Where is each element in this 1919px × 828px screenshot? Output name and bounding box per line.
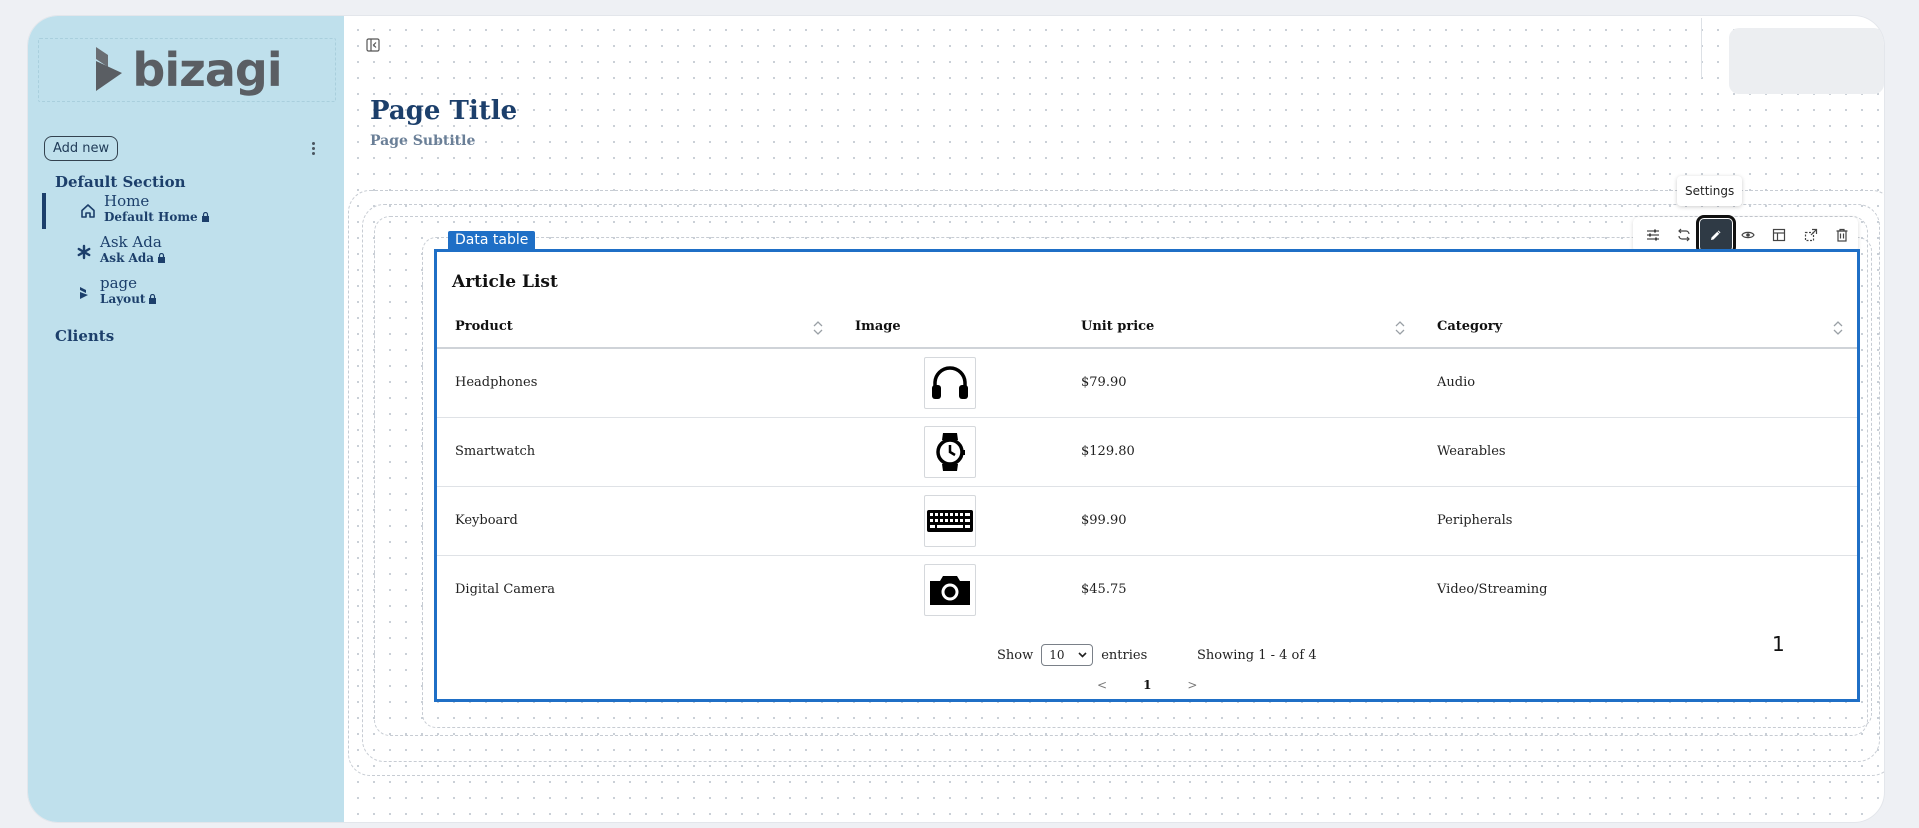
bizagi-logo-icon (96, 47, 123, 91)
layout-icon (1772, 228, 1786, 242)
cell-category: Wearables (1419, 417, 1857, 487)
settings-button[interactable] (1696, 215, 1736, 255)
chevron-down-icon (1078, 652, 1087, 658)
cell-price: $129.80 (1063, 417, 1419, 487)
cell-category: Peripherals (1419, 486, 1857, 556)
column-header-category[interactable]: Category (1419, 306, 1857, 349)
sliders-icon (1646, 229, 1659, 241)
prev-page-button[interactable]: < (1097, 678, 1107, 692)
article-table: Product Image Unit price Category Headph… (437, 306, 1857, 624)
pencil-icon (1710, 230, 1721, 240)
pagination-info: Showing 1 - 4 of 4 (1197, 648, 1317, 663)
sort-icon[interactable] (813, 319, 823, 337)
section-clients[interactable]: Clients (55, 327, 114, 345)
properties-button[interactable] (1637, 219, 1669, 251)
product-image (924, 494, 976, 547)
table-row[interactable]: Headphones $79.90 Audio (437, 348, 1857, 418)
table-title: Article List (452, 272, 558, 292)
app-window: bizagi Add new Default Section Home Defa… (28, 16, 1884, 822)
collapse-sidebar-icon[interactable] (366, 38, 380, 52)
cell-product: Digital Camera (455, 582, 556, 598)
entries-select[interactable]: 10 (1041, 644, 1094, 666)
add-new-button[interactable]: Add new (44, 136, 119, 161)
camera-icon (930, 575, 970, 605)
main-canvas: Page Title Page Subtitle Settings Data t… (344, 16, 1884, 822)
more-options-icon[interactable] (310, 140, 316, 158)
sidebar-item-home[interactable]: Home Default Home (42, 193, 312, 229)
home-icon (81, 204, 95, 218)
eye-icon (1740, 231, 1755, 239)
settings-tooltip: Settings (1677, 176, 1743, 206)
cell-product: Keyboard (437, 486, 837, 556)
lock-icon (149, 294, 157, 304)
preview-button[interactable] (1732, 219, 1764, 251)
logo: bizagi (38, 38, 336, 102)
next-page-button[interactable]: > (1187, 678, 1197, 692)
keyboard-icon (927, 509, 973, 532)
sidebar-item-label: Home (104, 192, 150, 210)
table-row[interactable]: Keyboard $99.90 Peripherals (437, 486, 1857, 556)
lock-icon (201, 212, 209, 222)
table-row[interactable]: Digital Camera $45.75 Video/Streaming (437, 555, 1857, 624)
sidebar-item-sub: Layout (100, 292, 157, 306)
page-title: Page Title (370, 96, 518, 126)
cell-image (837, 555, 1063, 624)
cell-category: Video/Streaming (1437, 582, 1548, 598)
brand-name: bizagi (132, 43, 282, 97)
sort-icon[interactable] (1395, 319, 1405, 337)
component-toolbar (1633, 215, 1858, 255)
cell-image (837, 486, 1063, 556)
product-image (924, 563, 976, 616)
headphones-icon (932, 366, 968, 399)
trash-icon (1836, 228, 1848, 242)
cell-image (837, 417, 1063, 487)
show-label: Show (997, 647, 1034, 663)
component-tag: Data table (448, 231, 536, 249)
page-1-button[interactable]: 1 (1143, 678, 1151, 692)
entries-label: entries (1101, 647, 1148, 663)
cell-product: Headphones (437, 348, 837, 418)
product-image (924, 425, 976, 478)
detach-icon (1804, 228, 1817, 242)
cell-price: $79.90 (1063, 348, 1419, 418)
cell-product: Smartwatch (437, 417, 837, 487)
ada-icon (77, 244, 91, 260)
annotation-marker-1: 1 (1772, 632, 1785, 656)
entries-control: Show 10 entries (997, 644, 1147, 666)
section-default[interactable]: Default Section (55, 173, 186, 191)
layout-button[interactable] (1763, 219, 1795, 251)
lock-icon (158, 253, 166, 263)
sidebar-item-ask-ada[interactable]: Ask Ada Ask Ada (42, 234, 312, 270)
sidebar: bizagi Add new Default Section Home Defa… (28, 16, 344, 822)
sidebar-item-sub: Default Home (104, 210, 210, 224)
smartwatch-icon (936, 432, 965, 471)
cell-category: Audio (1419, 348, 1857, 418)
user-avatar[interactable] (1729, 28, 1884, 94)
sidebar-item-page[interactable]: page Layout (42, 275, 312, 311)
page-subtitle: Page Subtitle (370, 133, 476, 149)
swap-icon (1678, 228, 1691, 242)
table-row[interactable]: Smartwatch $129.80 Wearables (437, 417, 1857, 487)
delete-button[interactable] (1826, 219, 1858, 251)
pagination: < 1 > (1097, 678, 1197, 692)
sort-icon[interactable] (1833, 319, 1843, 337)
product-image (924, 356, 976, 409)
data-table-component[interactable]: Article List Product Image Unit price Ca… (434, 249, 1860, 702)
sidebar-item-label: Ask Ada (100, 233, 162, 251)
cell-price: $45.75 (1081, 582, 1127, 598)
header-divider (1701, 18, 1702, 78)
column-header-unit-price[interactable]: Unit price (1063, 306, 1419, 349)
page-icon (80, 287, 88, 299)
column-header-product[interactable]: Product (437, 306, 837, 349)
cell-image (837, 348, 1063, 418)
sidebar-item-label: page (100, 274, 138, 292)
swap-button[interactable] (1669, 219, 1701, 251)
column-header-image: Image (837, 306, 1063, 349)
table-header-row: Product Image Unit price Category (437, 306, 1857, 349)
cell-price: $99.90 (1063, 486, 1419, 556)
sidebar-item-sub: Ask Ada (100, 251, 166, 265)
detach-button[interactable] (1795, 219, 1827, 251)
